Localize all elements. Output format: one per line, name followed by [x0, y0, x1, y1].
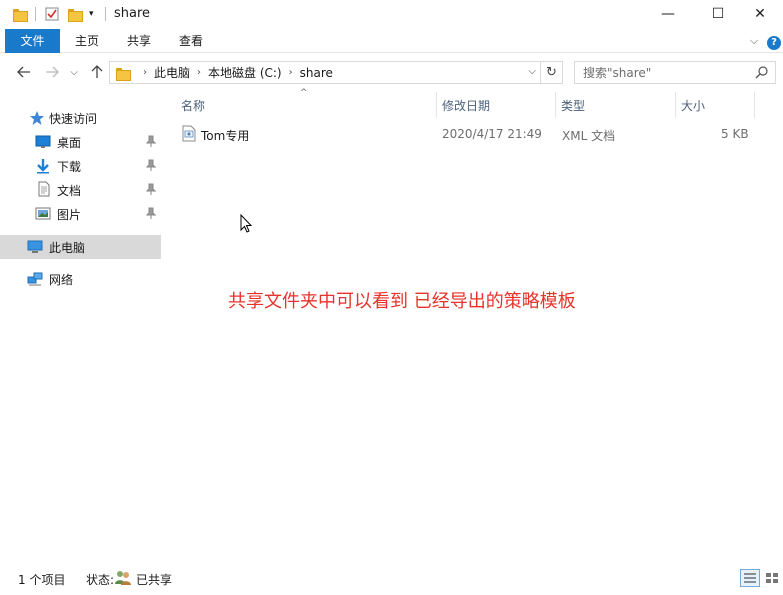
download-icon: [37, 159, 49, 174]
close-button[interactable]: ✕: [737, 0, 783, 28]
large-icons-view-icon: [766, 573, 778, 583]
expand-ribbon-icon[interactable]: ⌵: [744, 29, 764, 53]
star-icon: [30, 111, 44, 125]
xml-file-icon: [182, 125, 196, 142]
tab-home[interactable]: 主页: [66, 29, 108, 53]
sort-ascending-icon: ^: [300, 88, 308, 98]
computer-icon: [27, 240, 43, 253]
file-list-pane: ^ 名称 修改日期 类型 大小 Tom专用 2020/4/17 21:49 XM…: [162, 88, 783, 560]
minimize-button[interactable]: —: [645, 0, 691, 28]
details-view-button[interactable]: [740, 569, 760, 587]
file-name: Tom专用: [201, 129, 250, 143]
column-header-modified[interactable]: 修改日期: [442, 97, 490, 114]
column-header-name[interactable]: 名称: [181, 97, 205, 114]
sidebar-item-quick-access[interactable]: 快速访问: [0, 106, 161, 130]
search-input[interactable]: 搜索"share": [574, 61, 776, 84]
breadcrumb-share[interactable]: share: [300, 66, 333, 80]
folder-icon: [13, 6, 28, 22]
folder-icon: [116, 66, 131, 81]
properties-icon[interactable]: [45, 6, 59, 22]
sidebar-item-this-pc[interactable]: 此电脑: [0, 235, 161, 259]
search-placeholder: 搜索"share": [583, 66, 652, 80]
chevron-right-icon[interactable]: ›: [289, 67, 293, 78]
file-modified: 2020/4/17 21:49: [442, 127, 542, 141]
forward-arrow-icon[interactable]: [42, 62, 62, 82]
sidebar-item-downloads[interactable]: 下载: [0, 154, 161, 178]
sidebar-item-documents[interactable]: 文档: [0, 178, 161, 202]
title-bar: ▾ share — ☐ ✕: [0, 0, 783, 29]
status-bar: 1 个项目 状态: 已共享: [0, 566, 783, 590]
breadcrumb-local-disk[interactable]: 本地磁盘 (C:): [208, 64, 282, 81]
back-arrow-icon[interactable]: [14, 62, 34, 82]
divider: [105, 7, 106, 21]
refresh-icon[interactable]: ↻: [541, 61, 563, 84]
maximize-button[interactable]: ☐: [695, 0, 741, 28]
file-size: 5 KB: [721, 127, 749, 141]
divider: [35, 7, 36, 21]
column-header-type[interactable]: 类型: [561, 97, 585, 114]
sidebar-item-desktop[interactable]: 桌面: [0, 130, 161, 154]
ribbon-tabs: 文件 主页 共享 查看 ⌵ ?: [0, 29, 783, 53]
pin-icon[interactable]: [146, 207, 156, 220]
address-bar[interactable]: › 此电脑 › 本地磁盘 (C:) › share ⌵: [109, 61, 541, 84]
tab-share[interactable]: 共享: [118, 29, 160, 53]
pin-icon[interactable]: [146, 159, 156, 172]
status-value: 已共享: [136, 573, 173, 587]
file-type: XML 文档: [562, 129, 616, 143]
breadcrumb-this-pc[interactable]: 此电脑: [154, 64, 190, 81]
navigation-pane: 快速访问 桌面 下载 文档 图片 此电脑 网络: [0, 95, 161, 560]
pin-icon[interactable]: [146, 183, 156, 196]
column-divider[interactable]: [754, 92, 755, 118]
sidebar-item-network[interactable]: 网络: [0, 267, 161, 291]
file-row[interactable]: Tom专用 2020/4/17 21:49 XML 文档 5 KB: [177, 123, 777, 145]
column-divider[interactable]: [436, 92, 437, 118]
column-divider[interactable]: [675, 92, 676, 118]
mouse-cursor-icon: [240, 214, 253, 233]
chevron-right-icon[interactable]: ›: [143, 67, 147, 78]
tab-file[interactable]: 文件: [5, 29, 60, 53]
network-icon: [27, 272, 43, 286]
details-view-icon: [744, 573, 756, 583]
status-label: 状态:: [86, 573, 115, 587]
item-count: 1 个项目: [18, 573, 66, 587]
up-arrow-icon[interactable]: [87, 62, 107, 82]
explorer-window: ▾ share — ☐ ✕ 文件 主页 共享 查看 ⌵ ? ⌵ › 此电脑 › …: [0, 0, 783, 595]
pictures-icon: [35, 207, 51, 220]
navigation-bar: ⌵ › 此电脑 › 本地磁盘 (C:) › share ⌵ ↻ 搜索"share…: [0, 56, 783, 88]
new-folder-icon[interactable]: [68, 6, 83, 22]
search-icon[interactable]: [755, 65, 769, 79]
column-header-size[interactable]: 大小: [681, 97, 705, 114]
chevron-right-icon[interactable]: ›: [197, 67, 201, 78]
column-divider[interactable]: [555, 92, 556, 118]
sidebar-item-pictures[interactable]: 图片: [0, 202, 161, 226]
customize-toolbar-icon[interactable]: ▾: [89, 6, 94, 22]
tab-view[interactable]: 查看: [170, 29, 212, 53]
shared-users-icon: [115, 571, 131, 585]
help-icon[interactable]: ?: [767, 36, 781, 50]
large-icons-view-button[interactable]: [762, 569, 782, 587]
pin-icon[interactable]: [146, 135, 156, 148]
annotation-text: 共享文件夹中可以看到 已经导出的策略模板: [228, 291, 576, 312]
address-dropdown-icon[interactable]: ⌵: [528, 66, 536, 77]
window-title: share: [114, 6, 151, 21]
document-icon: [38, 181, 50, 197]
desktop-icon: [35, 135, 51, 148]
recent-locations-icon[interactable]: ⌵: [64, 62, 84, 82]
